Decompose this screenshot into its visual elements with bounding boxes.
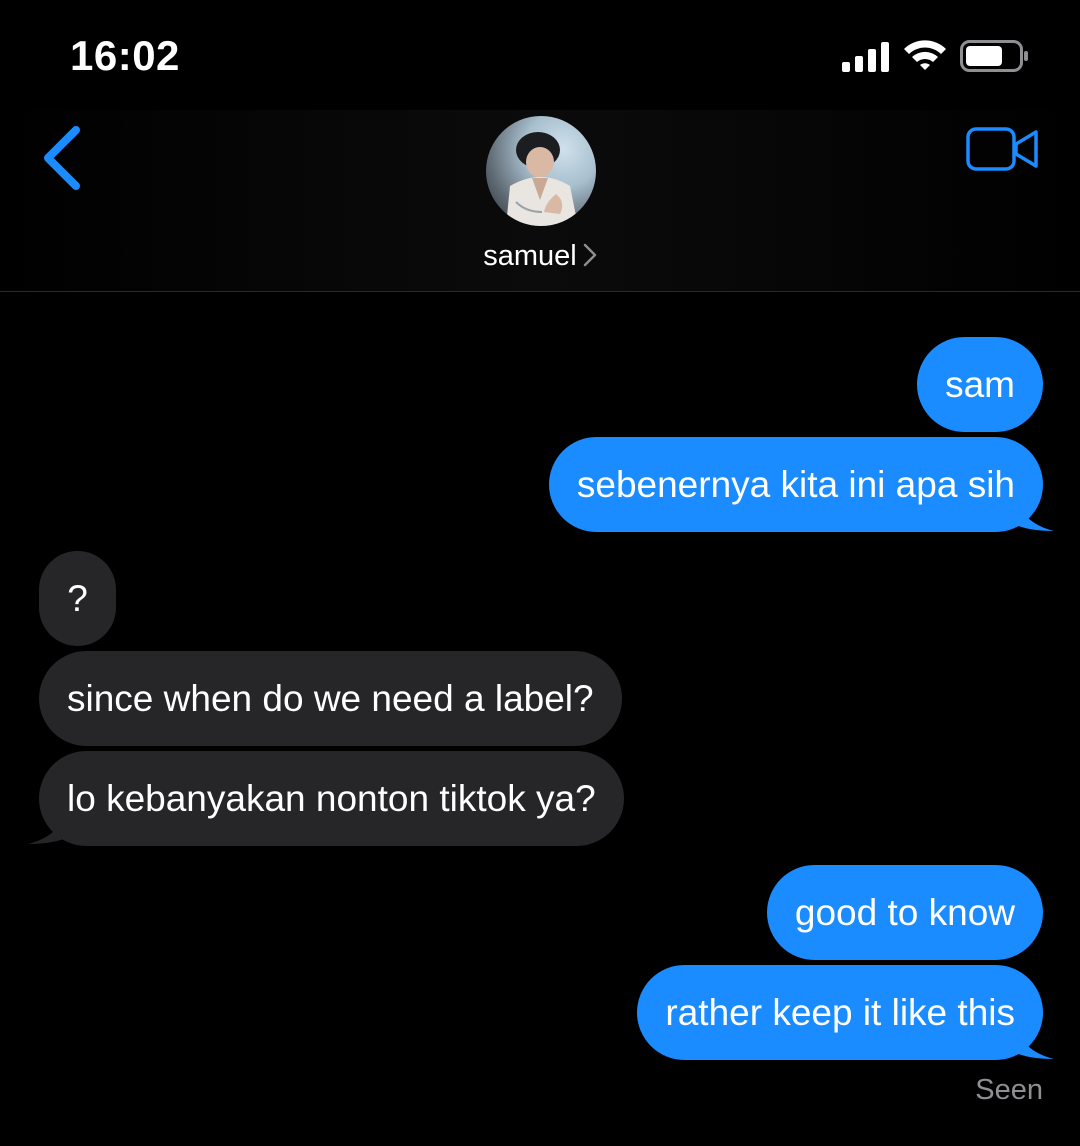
cellular-signal-icon bbox=[842, 42, 889, 72]
wifi-icon bbox=[904, 40, 946, 70]
contact-name: samuel bbox=[483, 240, 577, 272]
battery-icon bbox=[960, 40, 1028, 72]
video-call-icon[interactable] bbox=[966, 126, 1040, 172]
conversation-header: samuel bbox=[0, 110, 1080, 291]
contact-name-button[interactable]: samuel bbox=[0, 240, 1080, 273]
read-receipt: Seen bbox=[975, 1074, 1043, 1106]
contact-avatar[interactable] bbox=[486, 116, 596, 226]
message-bubble-incoming[interactable]: lo kebanyakan nonton tiktok ya? bbox=[39, 751, 624, 846]
message-bubble-outgoing[interactable]: sebenernya kita ini apa sih bbox=[548, 437, 1043, 532]
status-time: 16:02 bbox=[70, 32, 180, 79]
message-bubble-incoming[interactable]: ? bbox=[39, 551, 116, 646]
message-bubble-outgoing[interactable]: rather keep it like this bbox=[637, 965, 1043, 1060]
message-bubble-outgoing[interactable]: sam bbox=[917, 337, 1043, 432]
bubble-tail bbox=[1016, 1025, 1054, 1059]
bubble-tail bbox=[1016, 497, 1054, 531]
bubble-tail bbox=[28, 810, 66, 844]
message-bubble-outgoing[interactable]: good to know bbox=[766, 865, 1043, 960]
back-chevron-icon[interactable] bbox=[38, 124, 88, 192]
message-bubble-incoming[interactable]: since when do we need a label? bbox=[39, 651, 622, 746]
chevron-right-icon bbox=[583, 243, 596, 267]
header-divider bbox=[0, 291, 1080, 292]
status-bar: 16:02 bbox=[0, 0, 1080, 110]
